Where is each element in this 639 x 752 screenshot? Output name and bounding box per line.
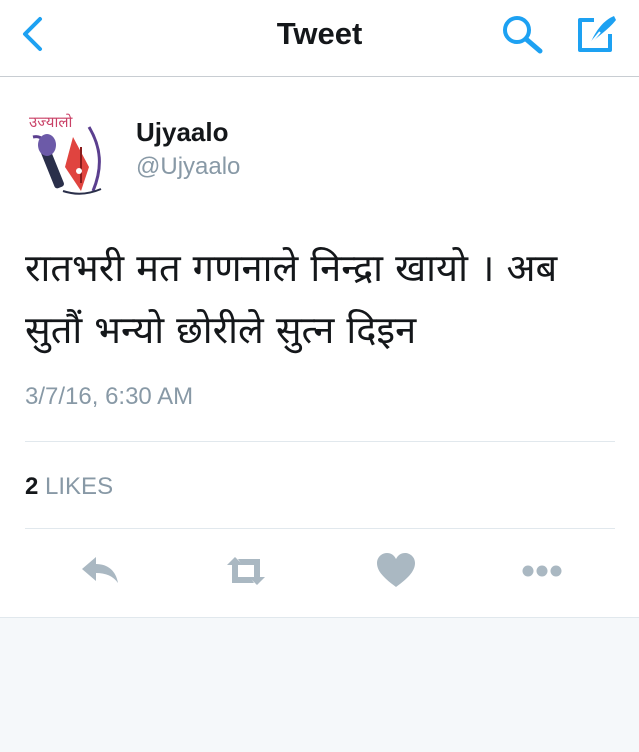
tweet-timestamp: 3/7/16, 6:30 AM bbox=[25, 383, 194, 410]
avatar[interactable]: उज्यालो bbox=[23, 107, 115, 199]
retweet-icon[interactable] bbox=[224, 551, 268, 591]
likes-count: 2 bbox=[25, 473, 39, 500]
heart-icon[interactable] bbox=[374, 551, 418, 591]
compose-icon[interactable] bbox=[574, 12, 620, 54]
reply-icon[interactable] bbox=[78, 551, 122, 591]
likes-label: LIKES bbox=[45, 473, 114, 500]
tweet-card: उज्यालो Ujyaalo @Ujyaalo रातभरी मत गणनाल… bbox=[0, 77, 639, 618]
likes-count-row[interactable]: 2 LIKES bbox=[25, 473, 113, 501]
tweet-text: रातभरी मत गणनाले निन्द्रा खायो । अब सुतौ… bbox=[25, 246, 558, 352]
avatar-logo-text: उज्यालो bbox=[29, 113, 74, 131]
user-handle[interactable]: @Ujyaalo bbox=[136, 153, 240, 181]
navigation-bar: Tweet bbox=[0, 0, 639, 77]
divider bbox=[25, 441, 615, 442]
search-icon[interactable] bbox=[500, 14, 546, 54]
display-name[interactable]: Ujyaalo bbox=[136, 117, 229, 148]
divider bbox=[25, 528, 615, 529]
more-icon[interactable] bbox=[520, 551, 564, 591]
